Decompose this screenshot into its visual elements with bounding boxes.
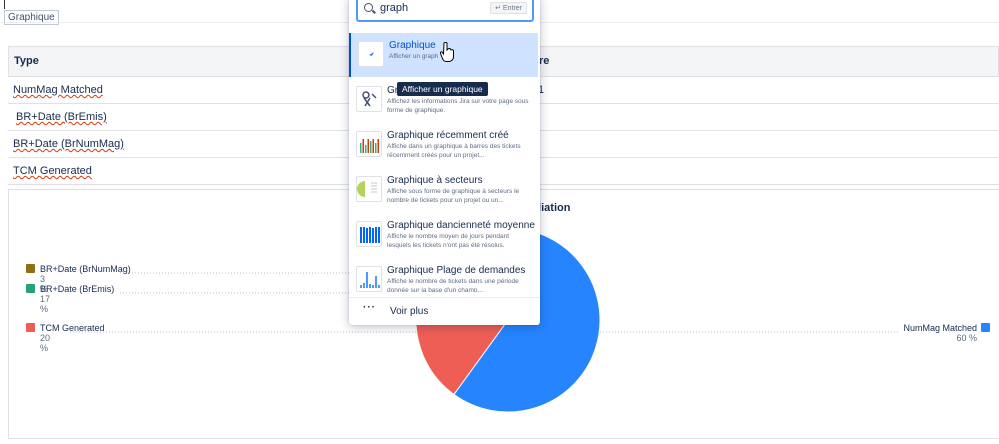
menu-item-desc: Affiche sous forme de graphique à secteu… [387,188,520,204]
icon-bar [365,145,367,153]
chart-dot-icon [358,41,384,67]
icon-bar [375,276,377,288]
menu-item-title: Graphique dancienneté moyenne [387,220,535,231]
jira-chart-icon [356,86,382,112]
bar-chart-icon [356,131,382,157]
icon-bar [377,139,379,153]
legend-swatch [26,284,35,293]
search-icon [364,3,373,12]
legend-item-nummag: NumMag Matched 60 % [890,323,990,345]
pie-chart-icon [356,176,382,202]
icon-bar [366,272,368,288]
range-chart-icon [356,266,382,292]
legend-swatch [26,323,35,332]
menu-item-title: Graphique à secteurs [387,175,483,186]
search-input[interactable]: graph ↵ Entrer [356,0,534,22]
menu-item-pie-chart[interactable]: Graphique à secteurs Affiche sous forme … [349,168,540,212]
icon-bar [369,284,371,288]
icon-bar [360,285,362,288]
icon-bar [360,143,362,153]
icon-bar [372,228,374,243]
menu-item-recent-chart[interactable]: Graphique récemment créé Affiche dans un… [349,123,540,167]
icon-bar [375,143,377,153]
legend-pct: 60 % [956,333,977,343]
menu-item-title: Graphique récemment créé [387,130,509,141]
see-more-label: Voir plus [390,306,429,317]
enter-hint: ↵ Entrer [490,2,527,14]
icon-bar [372,285,374,288]
menu-item-desc: Affiche le nombre de tickets dans une pé… [387,278,519,292]
menu-item-title: Graphique [389,40,436,51]
icon-bar [378,227,380,243]
menu-item-age-chart[interactable]: Graphique dancienneté moyenne Affiche le… [349,213,540,257]
icon-bar [370,141,372,153]
more-icon: ··· [363,302,376,313]
legend-label: BR+Date (BrNumMag) [40,264,131,274]
tooltip: Afficher un graphique [397,82,488,96]
menu-item-desc: Afficher un graph [389,53,439,60]
divider [349,297,540,298]
hand-cursor-icon [440,42,454,62]
icon-bar [363,283,365,288]
icon-bar [369,227,371,243]
legend-swatch [26,264,35,273]
icon-bar [372,139,374,153]
legend-swatch [981,323,990,332]
icon-bar [366,228,368,243]
icon-bar [375,227,377,243]
menu-item-desc: Affichez les informations Jira sur votre… [387,98,529,114]
legend-label: NumMag Matched [903,323,977,333]
legend-pct: 17 % [40,294,51,314]
menu-item-title: Graphique Plage de demandes [387,265,526,276]
icon-bar [367,139,369,153]
icon-bar [363,227,365,243]
icon-bar [362,139,364,153]
icon-bar [378,285,380,288]
menu-item-desc: Affiche dans un graphique à barres des t… [387,143,521,159]
age-chart-icon [356,221,382,247]
legend-label: BR+Date (BrEmis) [40,284,115,294]
icon-bar [360,227,362,243]
search-query: graph [380,2,409,14]
menu-item-desc: Affiche le nombre moyen de jours pendant… [387,233,510,249]
menu-item-range-chart[interactable]: Graphique Plage de demandes Affiche le n… [349,258,540,292]
legend-label: TCM Generated [40,323,105,333]
legend-pct: 20 % [40,333,51,353]
